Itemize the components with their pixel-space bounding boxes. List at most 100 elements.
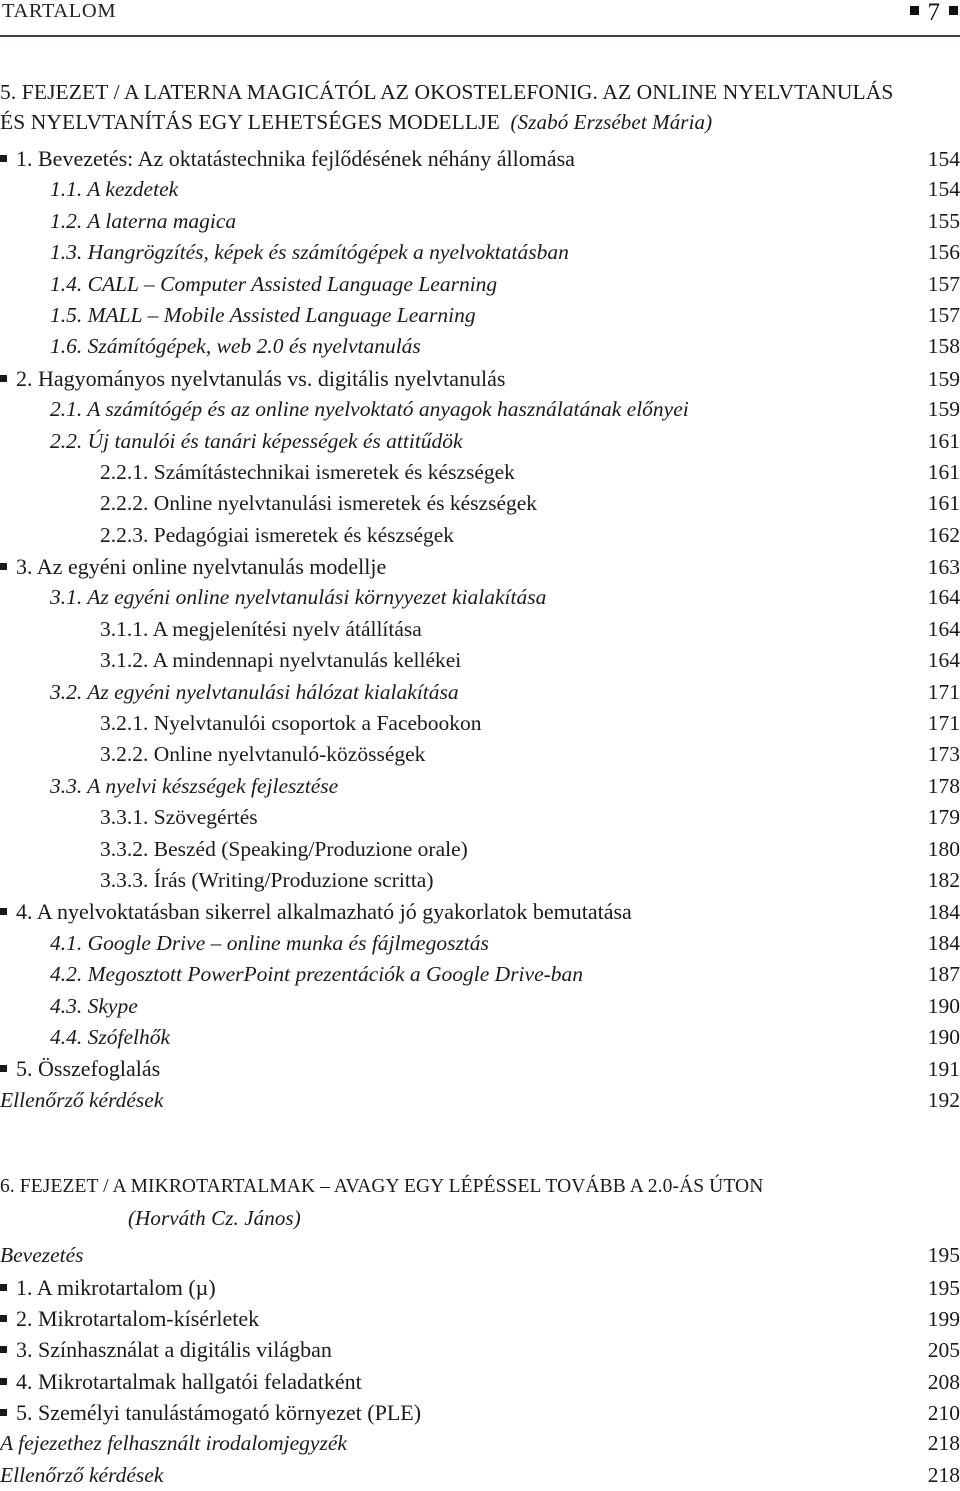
- toc-entry-page-number: 164: [927, 648, 960, 673]
- toc-entry[interactable]: Ellenőrző kérdések 218: [0, 1460, 960, 1491]
- toc-entry[interactable]: 3.3.2. Beszéd (Speaking/Produzione orale…: [0, 834, 960, 865]
- toc-entry-label: Ellenőrző kérdések: [0, 1087, 164, 1112]
- toc-entry[interactable]: 2. Hagyományos nyelvtanulás vs. digitáli…: [0, 363, 960, 394]
- toc-entry-page-number: 190: [927, 1024, 960, 1049]
- toc-entry[interactable]: 1. Bevezetés: Az oktatástechnika fejlődé…: [0, 143, 960, 174]
- toc-list: 1. Bevezetés: Az oktatástechnika fejlődé…: [0, 143, 960, 1116]
- toc-entry[interactable]: 2.2. Új tanulói és tanári képességek és …: [0, 426, 960, 457]
- toc-entry[interactable]: Bevezetés 195: [0, 1240, 960, 1271]
- toc-entry[interactable]: 3.3.1. Szövegértés 179: [0, 802, 960, 833]
- square-bullet-icon: [0, 1377, 7, 1385]
- toc-entry-label: 1.3. Hangrögzítés, képek és számítógépek…: [50, 240, 569, 265]
- toc-entry[interactable]: 2.1. A számítógép és az online nyelvokta…: [0, 394, 960, 425]
- toc-entry-label: 4.1. Google Drive – online munka és fájl…: [50, 930, 489, 955]
- toc-entry[interactable]: 3.1.2. A mindennapi nyelvtanulás kelléke…: [0, 645, 960, 676]
- toc-entry[interactable]: 2.2.1. Számítástechnikai ismeretek és ké…: [0, 457, 960, 488]
- toc-entry[interactable]: 3.2. Az egyéni nyelvtanulási hálózat kia…: [0, 677, 960, 708]
- square-bullet-icon: [949, 6, 958, 15]
- toc-entry-page-number: 157: [927, 302, 960, 327]
- toc-entry[interactable]: A fejezethez felhasznált irodalomjegyzék…: [0, 1428, 960, 1459]
- toc-entry[interactable]: 4.2. Megosztott PowerPoint prezentációk …: [0, 959, 960, 990]
- toc-entry-page-number: 190: [927, 993, 960, 1018]
- toc-entry-label: 3.1. Az egyéni online nyelvtanulási körn…: [50, 585, 547, 610]
- toc-entry[interactable]: 2.2.2. Online nyelvtanulási ismeretek és…: [0, 488, 960, 519]
- toc-entry[interactable]: 4. A nyelvoktatásban sikerrel alkalmazha…: [0, 896, 960, 927]
- toc-entry-label: 5. Személyi tanulástámogató környezet (P…: [16, 1400, 422, 1426]
- toc-entry-page-number: 195: [927, 1275, 960, 1300]
- toc-entry-page-number: 184: [927, 930, 960, 955]
- toc-entry-label: 4. A nyelvoktatásban sikerrel alkalmazha…: [16, 899, 632, 925]
- toc-entry-label: 2.1. A számítógép és az online nyelvokta…: [50, 397, 689, 422]
- toc-entry-page-number: 171: [927, 679, 960, 704]
- toc-list: Bevezetés 195 1. A mikrotartalom (µ) 195 2. …: [0, 1240, 960, 1491]
- toc-entry[interactable]: 5. Személyi tanulástámogató környezet (P…: [0, 1397, 960, 1428]
- toc-entry-label: 4.2. Megosztott PowerPoint prezentációk …: [50, 962, 584, 987]
- toc-entry-page-number: 199: [927, 1306, 960, 1331]
- toc-entry[interactable]: 3.2.2. Online nyelvtanuló-közösségek 173: [0, 739, 960, 770]
- toc-entry-page-number: 159: [927, 366, 960, 391]
- toc-entry[interactable]: 3.3.3. Írás (Writing/Produzione scritta)…: [0, 865, 960, 896]
- toc-entry-label: 3. Színhasználat a digitális világban: [16, 1337, 332, 1363]
- toc-entry[interactable]: 3.2.1. Nyelvtanulói csoportok a Facebook…: [0, 708, 960, 739]
- toc-entry-label: 1.5. MALL – Mobile Assisted Language Lea…: [50, 302, 476, 327]
- toc-entry[interactable]: 2.2.3. Pedagógiai ismeretek és készségek…: [0, 520, 960, 551]
- toc-entry-page-number: 164: [927, 585, 960, 610]
- toc-entry-page-number: 157: [927, 271, 960, 296]
- toc-entry-page-number: 159: [927, 397, 960, 422]
- toc-entry[interactable]: 3.1.1. A megjelenítési nyelv átállítása 1…: [0, 614, 960, 645]
- toc-entry[interactable]: 1.4. CALL – Computer Assisted Language L…: [0, 269, 960, 300]
- toc-entry-label: 3.3.2. Beszéd (Speaking/Produzione orale…: [100, 836, 468, 861]
- toc-page: TARTALOM 7 5. FEJEZET / A LATERNA MAGICÁ…: [0, 0, 960, 1487]
- toc-entry-page-number: 154: [927, 177, 960, 202]
- toc-entry-page-number: 182: [927, 867, 960, 892]
- toc-entry[interactable]: 3. Színhasználat a digitális világban 205: [0, 1334, 960, 1365]
- toc-entry-label: 2. Mikrotartalom-kísérletek: [16, 1305, 260, 1331]
- toc-entry[interactable]: 4.1. Google Drive – online munka és fájl…: [0, 928, 960, 959]
- toc-entry-page-number: 156: [927, 240, 960, 265]
- toc-entry[interactable]: Ellenőrző kérdések 192: [0, 1085, 960, 1116]
- toc-entry-page-number: 154: [927, 147, 960, 171]
- toc-entry-page-number: 218: [927, 1462, 960, 1487]
- toc-entry[interactable]: 1.6. Számítógépek, web 2.0 és nyelvtanul…: [0, 331, 960, 362]
- toc-entry[interactable]: 1.3. Hangrögzítés, képek és számítógépek…: [0, 237, 960, 268]
- toc-entry[interactable]: 3.1. Az egyéni online nyelvtanulási körn…: [0, 582, 960, 613]
- toc-entry-page-number: 163: [927, 555, 960, 580]
- toc-entry-label: 5. Összefoglalás: [16, 1056, 161, 1082]
- toc-entry[interactable]: 3. Az egyéni online nyelvtanulás modellj…: [0, 551, 960, 582]
- toc-entry-page-number: 184: [927, 900, 960, 925]
- toc-entry-label: 4. Mikrotartalmak hallgatói feladatként: [16, 1368, 362, 1394]
- toc-entry[interactable]: 2. Mikrotartalom-kísérletek 199: [0, 1303, 960, 1334]
- toc-entry[interactable]: 4. Mikrotartalmak hallgatói feladatként 2…: [0, 1366, 960, 1397]
- square-bullet-icon: [0, 908, 7, 916]
- toc-entry-page-number: 180: [927, 836, 960, 861]
- toc-entry-label: 2.2.1. Számítástechnikai ismeretek és ké…: [100, 459, 515, 484]
- square-bullet-icon: [0, 563, 7, 571]
- toc-entry-page-number: 162: [927, 522, 960, 547]
- toc-entry[interactable]: 5. Összefoglalás 191: [0, 1053, 960, 1084]
- toc-entry-page-number: 208: [927, 1369, 960, 1394]
- toc-entry[interactable]: 1. A mikrotartalom (µ) 195: [0, 1272, 960, 1303]
- toc-entry[interactable]: 1.2. A laterna magica 155: [0, 206, 960, 237]
- toc-entry-label: 2. Hagyományos nyelvtanulás vs. digitáli…: [16, 365, 506, 391]
- square-bullet-icon: [909, 6, 919, 15]
- toc-entry-page-number: 192: [927, 1087, 960, 1112]
- toc-entry-page-number: 155: [927, 208, 960, 233]
- square-bullet-icon: [0, 1065, 7, 1073]
- toc-entry[interactable]: 4.3. Skype 190: [0, 991, 960, 1022]
- toc-entry-label: 1.4. CALL – Computer Assisted Language L…: [50, 271, 498, 296]
- chapter-author: (Szabó Erzsébet Mária): [499, 110, 713, 134]
- toc-entry[interactable]: 4.4. Szófelhők 190: [0, 1022, 960, 1053]
- acronym-small-caps: PLE: [374, 1400, 414, 1426]
- toc-entry-page-number: 171: [927, 711, 960, 736]
- toc-entry[interactable]: 3.3. A nyelvi készségek fejlesztése 178: [0, 771, 960, 802]
- toc-entry[interactable]: 1.1. A kezdetek 154: [0, 174, 960, 205]
- toc-entry-label: 3.2.2. Online nyelvtanuló-közösségek: [100, 742, 426, 767]
- square-bullet-icon: [0, 1314, 7, 1322]
- chapter-heading-block: 5. FEJEZET / A LATERNA MAGICÁTÓL AZ OKOS…: [0, 77, 960, 137]
- toc-entry-label: 3.2.1. Nyelvtanulói csoportok a Facebook…: [100, 711, 482, 736]
- running-head-title: TARTALOM: [2, 0, 117, 22]
- toc-entry-page-number: 173: [927, 742, 960, 767]
- toc-entry[interactable]: 1.5. MALL – Mobile Assisted Language Lea…: [0, 300, 960, 331]
- toc-entry-label: 3.3. A nyelvi készségek fejlesztése: [50, 773, 339, 798]
- toc-entry-page-number: 158: [927, 334, 960, 359]
